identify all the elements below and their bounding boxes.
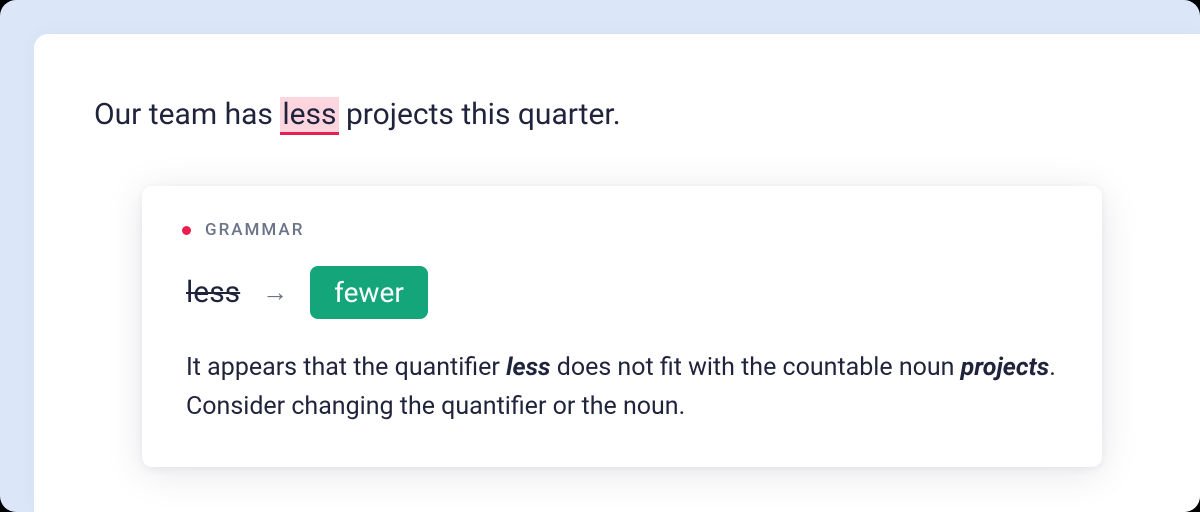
suggestion-card: GRAMMAR less → fewer It appears that the… (142, 186, 1102, 467)
explanation-term2: projects (961, 353, 1050, 382)
arrow-icon: → (262, 277, 288, 308)
category-dot-icon (182, 226, 191, 235)
explanation-part2: does not fit with the countable noun (551, 353, 961, 382)
category-label: GRAMMAR (205, 220, 304, 240)
explanation-term1: less (506, 353, 550, 382)
editor-sentence[interactable]: Our team has less projects this quarter. (94, 94, 1140, 136)
highlighted-error-word[interactable]: less (280, 97, 338, 135)
original-word: less (186, 275, 240, 310)
sentence-before: Our team has (94, 97, 280, 132)
explanation-part1: It appears that the quantifier (186, 353, 506, 382)
app-frame: Our team has less projects this quarter.… (0, 0, 1200, 512)
card-header: GRAMMAR (182, 220, 1062, 240)
sentence-after: projects this quarter. (339, 97, 621, 132)
suggestion-row: less → fewer (182, 266, 1062, 319)
explanation-text: It appears that the quantifier less does… (182, 349, 1062, 427)
editor-panel: Our team has less projects this quarter.… (34, 34, 1200, 512)
replacement-button[interactable]: fewer (310, 266, 428, 319)
